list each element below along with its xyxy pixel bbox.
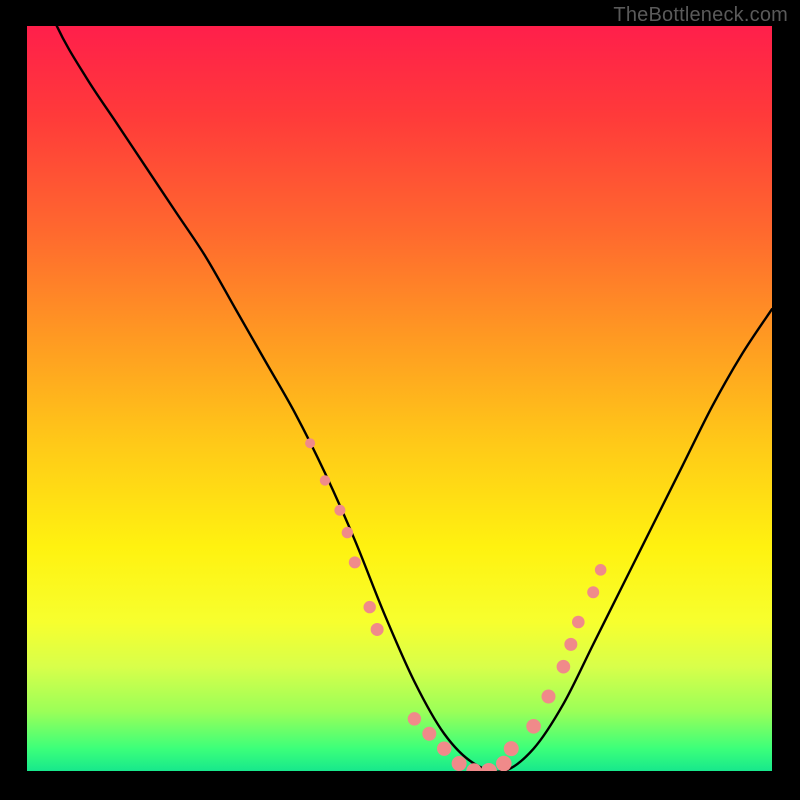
chart-stage: TheBottleneck.com: [0, 0, 800, 800]
plot-area: [27, 26, 772, 771]
watermark-text: TheBottleneck.com: [613, 4, 788, 27]
